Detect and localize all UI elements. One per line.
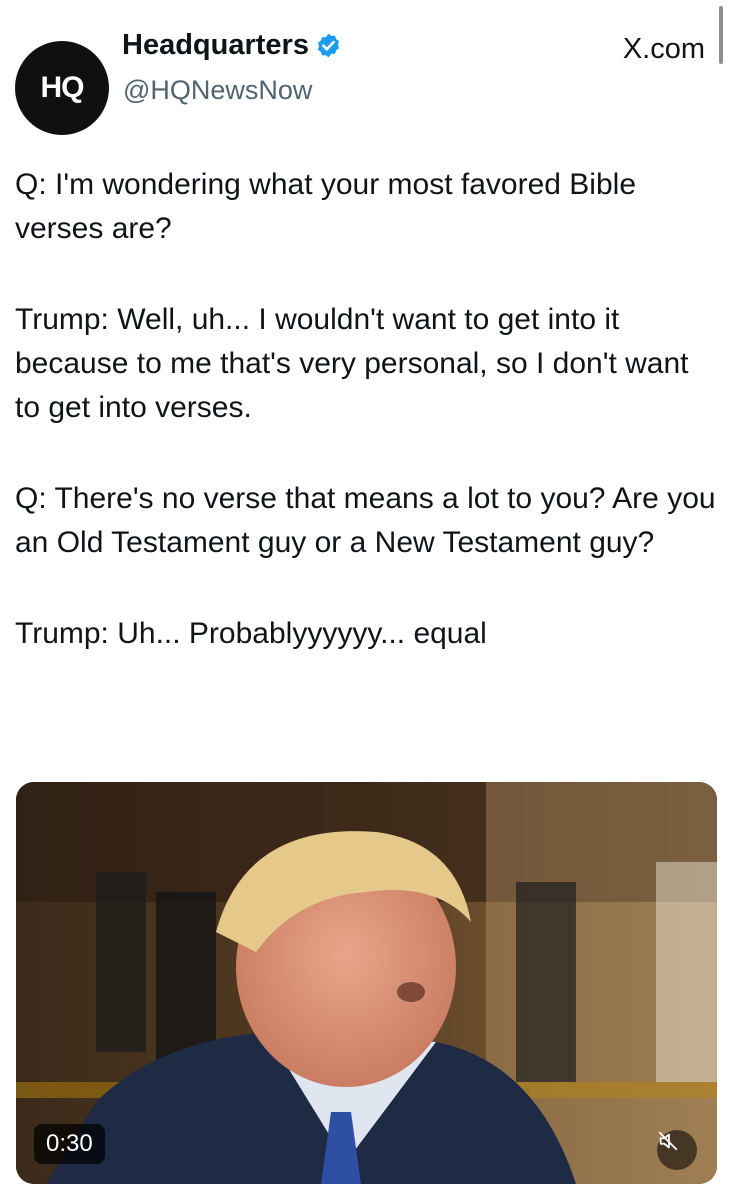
user-handle[interactable]: @HQNewsNow: [123, 75, 312, 106]
mute-button[interactable]: [657, 1130, 697, 1170]
video-duration-badge: 0:30: [34, 1124, 105, 1164]
tweet-paragraph: Q: I'm wondering what your most favored …: [15, 168, 637, 245]
tweet-header: HQ Headquarters @HQNewsNow X.com: [15, 25, 713, 135]
tweet-text: Q: I'm wondering what your most favored …: [15, 163, 720, 703]
source-label: X.com: [622, 33, 705, 65]
display-name[interactable]: Headquarters: [122, 29, 309, 62]
tweet-paragraph: Trump: Uh... Probablyyyyyy... equal: [15, 617, 487, 650]
tweet-paragraph: Q: There's no verse that means a lot to …: [15, 482, 716, 559]
verified-badge-icon: [317, 33, 340, 58]
name-row: Headquarters: [122, 29, 342, 62]
avatar-logo: HQ: [40, 71, 85, 104]
scroll-indicator[interactable]: [719, 6, 723, 64]
tweet-paragraph: Trump: Well, uh... I wouldn't want to ge…: [15, 303, 689, 424]
avatar[interactable]: HQ: [15, 41, 109, 135]
speaker-muted-icon: [658, 1131, 678, 1151]
video-player[interactable]: 0:30: [16, 782, 717, 1184]
video-frame: [16, 782, 717, 1184]
